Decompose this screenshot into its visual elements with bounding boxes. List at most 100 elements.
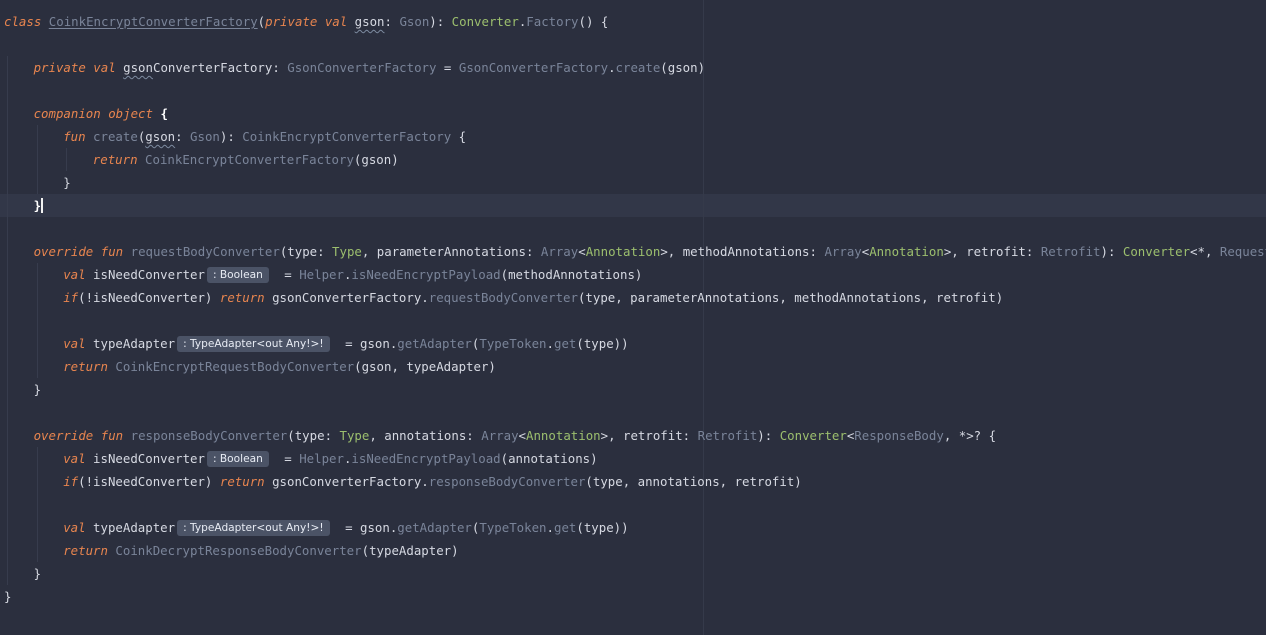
code-token: (!isNeedConverter) bbox=[78, 474, 220, 489]
code-line[interactable]: } bbox=[0, 171, 1266, 194]
code-token: RequestBody bbox=[1219, 244, 1266, 259]
code-token: ResponseBody bbox=[854, 428, 944, 443]
code-token: >, retrofit: bbox=[600, 428, 698, 443]
code-token: return bbox=[63, 543, 108, 558]
code-line[interactable]: return CoinkEncryptRequestBodyConverter(… bbox=[0, 355, 1266, 378]
code-token: (type)) bbox=[576, 520, 629, 535]
code-token: = bbox=[276, 451, 300, 466]
code-line[interactable]: override fun responseBodyConverter(type:… bbox=[0, 424, 1266, 447]
code-token: ): bbox=[429, 14, 452, 29]
code-token: gsonConverterFactory. bbox=[264, 290, 429, 305]
code-token: responseBodyConverter bbox=[130, 428, 288, 443]
code-line[interactable]: if(!isNeedConverter) return gsonConverte… bbox=[0, 286, 1266, 309]
code-token: ( bbox=[257, 14, 266, 29]
code-line[interactable]: return CoinkDecryptResponseBodyConverter… bbox=[0, 539, 1266, 562]
code-token: isNeedConverter bbox=[93, 267, 205, 282]
code-line[interactable]: val isNeedConverter: Boolean = Helper.is… bbox=[0, 447, 1266, 470]
code-token: (gson, typeAdapter) bbox=[354, 359, 496, 374]
code-token: TypeToken bbox=[479, 336, 547, 351]
code-token: gson bbox=[123, 60, 153, 75]
code-token: , *>? { bbox=[943, 428, 997, 443]
code-line[interactable] bbox=[0, 401, 1266, 424]
code-token: (!isNeedConverter) bbox=[78, 290, 220, 305]
code-line[interactable]: val typeAdapter: TypeAdapter<out Any!>! … bbox=[0, 516, 1266, 539]
code-token: val bbox=[63, 267, 86, 282]
code-line[interactable]: return CoinkEncryptConverterFactory(gson… bbox=[0, 148, 1266, 171]
code-token: Annotation bbox=[869, 244, 944, 259]
code-token: Annotation bbox=[526, 428, 601, 443]
code-line[interactable]: } bbox=[0, 194, 1266, 217]
code-token: { bbox=[451, 129, 467, 144]
code-line[interactable]: val typeAdapter: TypeAdapter<out Any!>! … bbox=[0, 332, 1266, 355]
code-token: val bbox=[63, 451, 86, 466]
code-line[interactable]: companion object { bbox=[0, 102, 1266, 125]
code-token: return bbox=[63, 359, 108, 374]
code-token: getAdapter bbox=[397, 520, 472, 535]
code-token: override bbox=[33, 428, 94, 443]
code-token: fun bbox=[100, 244, 124, 259]
code-line[interactable] bbox=[0, 79, 1266, 102]
code-line[interactable]: } bbox=[0, 562, 1266, 585]
code-line[interactable]: if(!isNeedConverter) return gsonConverte… bbox=[0, 470, 1266, 493]
code-token: (type: bbox=[279, 244, 333, 259]
code-line[interactable]: override fun requestBodyConverter(type: … bbox=[0, 240, 1266, 263]
code-token: (type, parameterAnnotations, methodAnnot… bbox=[577, 290, 1004, 305]
code-token: Array bbox=[540, 244, 579, 259]
code-token: } bbox=[33, 566, 42, 581]
code-line[interactable]: } bbox=[0, 378, 1266, 401]
code-line[interactable] bbox=[0, 493, 1266, 516]
code-line[interactable]: } bbox=[0, 585, 1266, 608]
code-token: (annotations) bbox=[500, 451, 598, 466]
code-token: typeAdapter bbox=[93, 520, 176, 535]
code-token: fun bbox=[63, 129, 86, 144]
code-line[interactable] bbox=[0, 217, 1266, 240]
code-token: } bbox=[33, 198, 42, 213]
type-inlay-hint: : TypeAdapter<out Any!>! bbox=[177, 336, 330, 352]
code-token: <*, bbox=[1190, 244, 1220, 259]
code-token: , parameterAnnotations: bbox=[361, 244, 541, 259]
code-token: val bbox=[324, 14, 348, 29]
code-token: () { bbox=[578, 14, 609, 29]
code-token: isNeedEncryptPayload bbox=[351, 451, 501, 466]
code-token: Helper bbox=[299, 267, 344, 282]
code-token: responseBodyConverter bbox=[428, 474, 586, 489]
code-token: typeAdapter bbox=[93, 336, 176, 351]
code-token: Array bbox=[481, 428, 519, 443]
code-line[interactable]: class CoinkEncryptConverterFactory(priva… bbox=[0, 10, 1266, 33]
code-token: Type bbox=[339, 428, 370, 443]
code-line[interactable] bbox=[0, 309, 1266, 332]
code-token: (methodAnnotations) bbox=[500, 267, 643, 282]
code-token: . bbox=[546, 520, 554, 535]
code-token: < bbox=[518, 428, 527, 443]
code-line[interactable]: val isNeedConverter: Boolean = Helper.is… bbox=[0, 263, 1266, 286]
text-caret bbox=[41, 198, 44, 213]
code-token: } bbox=[4, 589, 12, 604]
code-line[interactable]: private val gsonConverterFactory: GsonCo… bbox=[0, 56, 1266, 79]
code-token: create bbox=[615, 60, 661, 75]
type-inlay-hint: : TypeAdapter<out Any!>! bbox=[177, 520, 330, 536]
code-line[interactable] bbox=[0, 33, 1266, 56]
code-line[interactable]: fun create(gson: Gson): CoinkEncryptConv… bbox=[0, 125, 1266, 148]
code-area[interactable]: class CoinkEncryptConverterFactory(priva… bbox=[0, 10, 1266, 608]
code-token: : bbox=[384, 14, 400, 29]
code-token: Gson bbox=[399, 14, 430, 29]
code-token: val bbox=[63, 336, 86, 351]
code-token: CoinkEncryptConverterFactory bbox=[48, 14, 258, 29]
code-token: gson bbox=[145, 129, 176, 144]
code-token: = bbox=[436, 60, 459, 75]
code-token: { bbox=[160, 106, 168, 121]
code-token: : bbox=[272, 60, 288, 75]
code-token: Converter bbox=[1122, 244, 1191, 259]
code-token: (typeAdapter) bbox=[361, 543, 459, 558]
code-editor[interactable]: class CoinkEncryptConverterFactory(priva… bbox=[0, 0, 1266, 635]
